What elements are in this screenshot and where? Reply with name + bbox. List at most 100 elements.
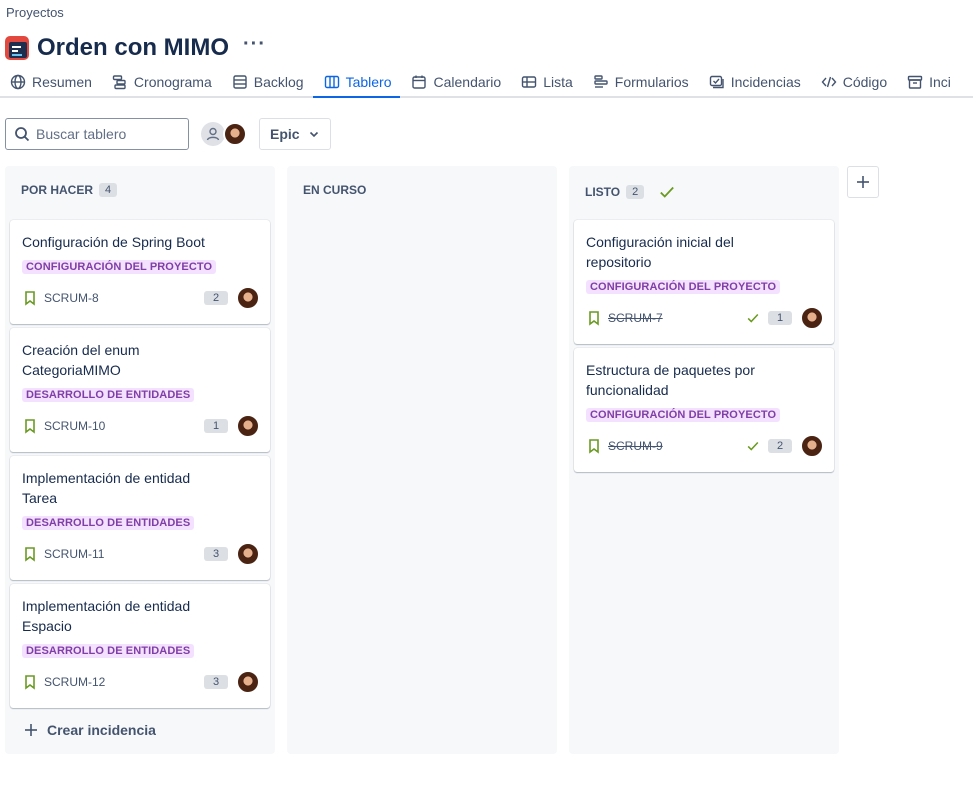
- plus-icon: [857, 176, 869, 188]
- assignee-avatar[interactable]: [236, 414, 260, 438]
- board-icon: [324, 75, 339, 89]
- story-points-badge: 2: [768, 439, 792, 453]
- unassigned-user-icon[interactable]: [201, 122, 225, 146]
- epic-label: CONFIGURACIÓN DEL PROYECTO: [586, 408, 781, 422]
- epic-label: DESARROLLO DE ENTIDADES: [22, 644, 195, 658]
- column-en-curso: EN CURSO: [287, 166, 557, 754]
- epic-label: CONFIGURACIÓN DEL PROYECTO: [586, 280, 781, 294]
- issue-card[interactable]: Implementación de entidad Tarea DESARROL…: [10, 456, 270, 580]
- tab-label: Calendario: [433, 74, 502, 90]
- list-icon: [522, 76, 537, 88]
- story-points-badge: 1: [768, 311, 792, 325]
- issue-key[interactable]: SCRUM-7: [608, 311, 663, 325]
- issues-icon: [709, 75, 724, 89]
- story-points-badge: 3: [204, 547, 228, 561]
- tab-label: Incidencias: [730, 74, 801, 90]
- breadcrumb[interactable]: Proyectos: [6, 5, 64, 20]
- search-input[interactable]: [36, 126, 176, 142]
- search-icon: [15, 127, 30, 142]
- card-title: Implementación de entidad Tarea: [22, 470, 191, 506]
- chevron-down-icon: [309, 131, 318, 138]
- issue-card[interactable]: Configuración inicial del repositorio CO…: [574, 220, 834, 344]
- assignee-avatar[interactable]: [236, 670, 260, 694]
- done-check-icon: [747, 441, 759, 451]
- tab-tablero[interactable]: Tablero: [312, 68, 401, 98]
- project-icon: [5, 36, 29, 60]
- story-bookmark-icon: [589, 439, 599, 454]
- tab-cronograma[interactable]: Cronograma: [101, 68, 221, 96]
- column-title: POR HACER: [21, 183, 94, 197]
- tab-label: Lista: [543, 74, 573, 90]
- check-icon: [660, 186, 675, 198]
- epic-filter-label: Epic: [270, 126, 300, 142]
- tab-label: Resumen: [32, 74, 92, 90]
- card-title: Configuración inicial del repositorio: [586, 234, 734, 270]
- tab-calendario[interactable]: Calendario: [400, 68, 510, 96]
- issue-key[interactable]: SCRUM-11: [44, 547, 104, 561]
- column-title: LISTO: [585, 185, 621, 199]
- epic-label: DESARROLLO DE ENTIDADES: [22, 388, 195, 402]
- calendar-icon: [412, 75, 427, 89]
- tab-archive[interactable]: Inci: [896, 68, 960, 96]
- story-bookmark-icon: [25, 547, 35, 562]
- tab-codigo[interactable]: Código: [810, 68, 896, 96]
- globe-icon: [10, 74, 26, 90]
- issue-key[interactable]: SCRUM-12: [44, 675, 105, 689]
- archive-icon: [907, 75, 923, 89]
- tab-lista[interactable]: Lista: [510, 68, 582, 96]
- more-actions-button[interactable]: ···: [243, 34, 266, 57]
- tab-label: Código: [842, 74, 888, 90]
- tab-formularios[interactable]: Formularios: [582, 68, 698, 96]
- tab-label: Backlog: [253, 74, 304, 90]
- create-issue-button[interactable]: Crear incidencia: [23, 722, 156, 738]
- issue-key[interactable]: SCRUM-8: [44, 291, 99, 305]
- issue-key[interactable]: SCRUM-10: [44, 419, 105, 433]
- done-check-icon: [747, 313, 759, 323]
- timeline-icon: [112, 75, 126, 90]
- story-bookmark-icon: [25, 291, 35, 306]
- assignee-avatar[interactable]: [800, 306, 824, 330]
- story-points-badge: 3: [204, 675, 228, 689]
- search-field[interactable]: [5, 118, 189, 150]
- assignee-avatar[interactable]: [800, 434, 824, 458]
- card-title: Creación del enum CategoriaMIMO: [22, 342, 140, 378]
- column-count-badge: 2: [626, 185, 645, 199]
- issue-card[interactable]: Implementación de entidad Espacio DESARR…: [10, 584, 270, 708]
- tab-label: Inci: [929, 74, 951, 90]
- issue-card[interactable]: Configuración de Spring Boot CONFIGURACI…: [10, 220, 270, 324]
- assignee-filter[interactable]: [201, 122, 247, 146]
- plus-icon: [25, 724, 37, 736]
- tab-incidencias[interactable]: Incidencias: [698, 68, 810, 96]
- tab-label: Cronograma: [133, 74, 212, 90]
- issue-key[interactable]: SCRUM-9: [608, 439, 663, 453]
- story-points-badge: 1: [204, 419, 228, 433]
- epic-label: DESARROLLO DE ENTIDADES: [22, 516, 195, 530]
- story-bookmark-icon: [25, 419, 35, 434]
- tab-label: Tablero: [345, 74, 392, 90]
- add-column-button[interactable]: [847, 166, 879, 198]
- epic-filter-button[interactable]: Epic: [259, 118, 331, 150]
- forms-icon: [594, 75, 608, 88]
- story-bookmark-icon: [589, 311, 599, 326]
- tab-label: Formularios: [614, 74, 689, 90]
- card-title: Implementación de entidad Espacio: [22, 598, 191, 634]
- epic-label: CONFIGURACIÓN DEL PROYECTO: [22, 260, 217, 274]
- code-icon: [821, 76, 837, 88]
- assignee-avatar[interactable]: [236, 286, 260, 310]
- column-title: EN CURSO: [303, 183, 367, 197]
- tab-backlog[interactable]: Backlog: [221, 68, 313, 96]
- backlog-icon: [233, 75, 247, 89]
- story-points-badge: 2: [204, 291, 228, 305]
- card-title: Estructura de paquetes por funcionalidad: [586, 362, 755, 398]
- avatar[interactable]: [223, 122, 247, 146]
- issue-card[interactable]: Estructura de paquetes por funcionalidad…: [574, 348, 834, 472]
- assignee-avatar[interactable]: [236, 542, 260, 566]
- column-listo: LISTO 2 Configuración inicial del reposi…: [569, 166, 839, 754]
- story-bookmark-icon: [25, 675, 35, 690]
- column-count-badge: 4: [99, 183, 118, 197]
- create-issue-label: Crear incidencia: [47, 722, 156, 738]
- column-por-hacer: POR HACER 4 Configuración de Spring Boot…: [5, 166, 275, 754]
- tab-resumen[interactable]: Resumen: [0, 68, 101, 96]
- issue-card[interactable]: Creación del enum CategoriaMIMO DESARROL…: [10, 328, 270, 452]
- card-title: Configuración de Spring Boot: [22, 234, 205, 250]
